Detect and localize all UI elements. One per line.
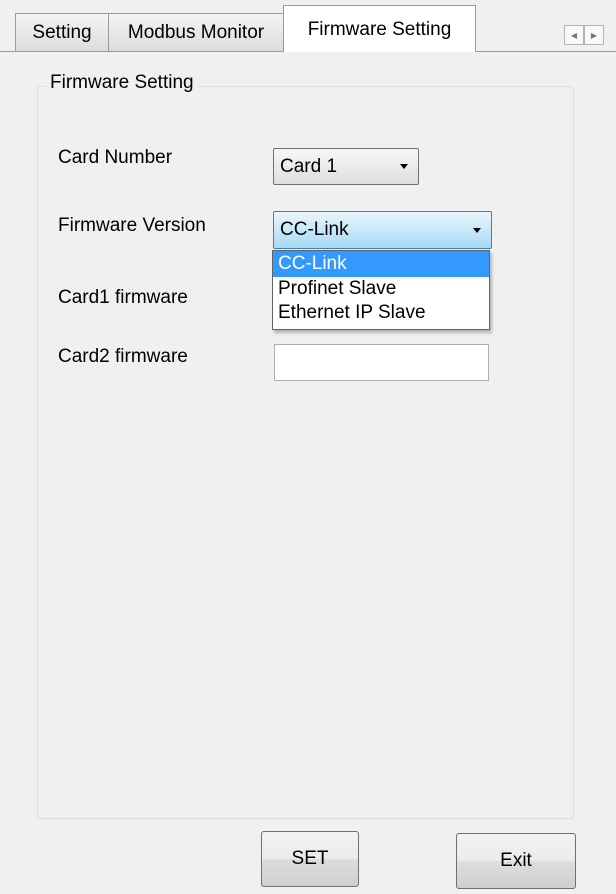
chevron-right-icon[interactable]: ▶ xyxy=(584,25,604,45)
card2-firmware-label: Card2 firmware xyxy=(58,346,188,367)
tab-setting[interactable]: Setting xyxy=(15,13,109,51)
tab-modbus-monitor[interactable]: Modbus Monitor xyxy=(108,13,284,51)
dropdown-arrow-icon xyxy=(473,227,481,233)
dropdown-option-cc-link[interactable]: CC-Link xyxy=(273,251,489,277)
card-number-label: Card Number xyxy=(58,147,173,168)
card-number-combobox[interactable]: Card 1 xyxy=(273,148,419,185)
tab-firmware-setting[interactable]: Firmware Setting xyxy=(283,5,476,52)
set-button[interactable]: SET xyxy=(261,831,359,887)
tab-scroll-buttons: ◀ ▶ xyxy=(564,25,616,47)
group-title: Firmware Setting xyxy=(46,70,198,96)
dropdown-option-profinet-slave[interactable]: Profinet Slave xyxy=(273,277,489,301)
firmware-version-label: Firmware Version xyxy=(58,215,206,236)
dropdown-option-ethernet-ip-slave[interactable]: Ethernet IP Slave xyxy=(273,301,489,325)
card-number-value: Card 1 xyxy=(280,155,338,177)
firmware-version-combobox[interactable]: CC-Link xyxy=(273,211,492,249)
firmware-version-dropdown-list: CC-Link Profinet Slave Ethernet IP Slave xyxy=(272,250,490,330)
dropdown-arrow-icon xyxy=(400,164,408,169)
chevron-left-icon[interactable]: ◀ xyxy=(564,25,584,45)
card1-firmware-label: Card1 firmware xyxy=(58,287,188,308)
firmware-setting-group xyxy=(37,86,574,819)
exit-button[interactable]: Exit xyxy=(456,833,576,889)
firmware-version-value: CC-Link xyxy=(280,219,349,240)
card2-firmware-field[interactable] xyxy=(274,344,489,381)
